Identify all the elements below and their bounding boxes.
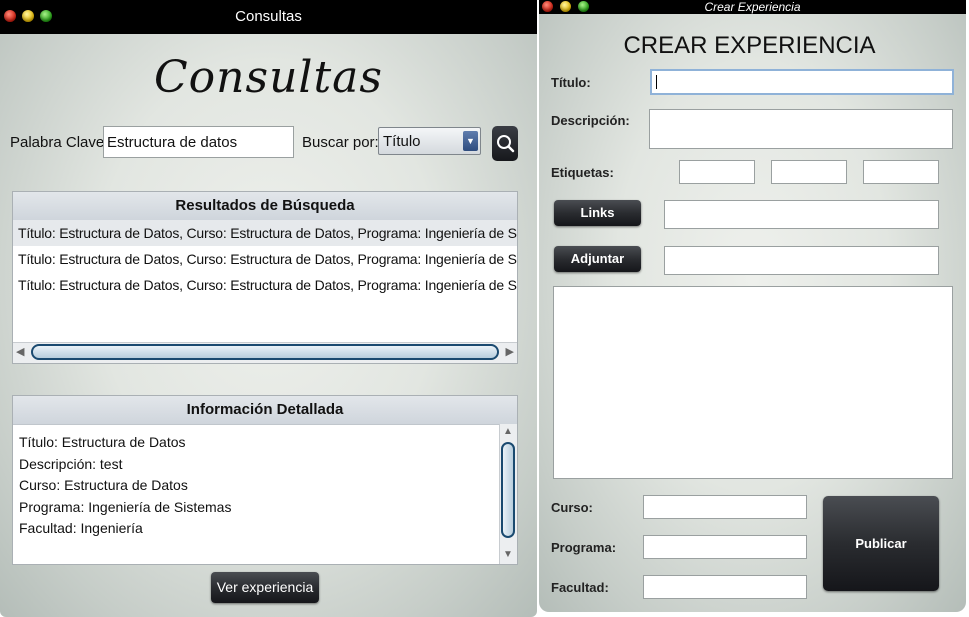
search-button[interactable] (492, 126, 518, 161)
adjuntar-input[interactable] (664, 246, 939, 275)
results-panel: Resultados de Búsqueda Título: Estructur… (12, 191, 518, 364)
facultad-input[interactable] (643, 575, 807, 599)
crear-heading: CREAR EXPERIENCIA (623, 32, 876, 59)
links-button[interactable]: Links (554, 200, 641, 226)
etiqueta-input-2[interactable] (771, 160, 847, 184)
search-by-selected: Título (383, 133, 421, 150)
facultad-label: Facultad: (551, 580, 609, 595)
results-header: Resultados de Búsqueda (13, 192, 517, 221)
titulo-label: Título: (551, 75, 591, 90)
results-scroll-thumb[interactable] (31, 344, 499, 360)
search-by-select[interactable]: Título ▼ (378, 127, 481, 155)
results-horizontal-scrollbar[interactable]: ◀ ▶ (13, 342, 517, 363)
programa-input[interactable] (643, 535, 807, 559)
content-area[interactable] (553, 286, 953, 479)
consultas-heading: Consultas (154, 52, 383, 103)
crear-titlebar: Crear Experiencia (539, 0, 966, 14)
descripcion-label: Descripción: (551, 113, 630, 128)
keyword-label: Palabra Clave: (10, 134, 109, 151)
consultas-window: Consultas Consultas Palabra Clave: Estru… (0, 0, 537, 617)
programa-label: Programa: (551, 540, 617, 555)
detail-line: Programa: Ingeniería de Sistemas (19, 498, 232, 515)
keyword-input-value: Estructura de datos (107, 134, 238, 151)
links-input[interactable] (664, 200, 939, 229)
search-by-label: Buscar por: (302, 134, 379, 151)
crear-window-title: Crear Experiencia (704, 0, 801, 14)
adjuntar-button[interactable]: Adjuntar (554, 246, 641, 272)
curso-input[interactable] (643, 495, 807, 519)
dropdown-arrow-icon: ▼ (463, 131, 478, 151)
consultas-titlebar: Consultas (0, 0, 537, 34)
detail-line: Facultad: Ingeniería (19, 520, 143, 536)
ver-experiencia-button[interactable]: Ver experiencia (211, 572, 319, 603)
etiqueta-input-3[interactable] (863, 160, 939, 184)
scroll-left-icon[interactable]: ◀ (16, 345, 24, 358)
detail-line: Título: Estructura de Datos (19, 434, 186, 450)
detail-line: Descripción: test (19, 455, 123, 472)
etiqueta-input-1[interactable] (679, 160, 755, 184)
search-icon (497, 135, 515, 153)
details-text: Título: Estructura de Datos Descripción:… (19, 432, 231, 540)
scroll-up-icon[interactable]: ▲ (503, 426, 513, 437)
curso-label: Curso: (551, 500, 593, 515)
scroll-right-icon[interactable]: ▶ (506, 345, 514, 358)
result-row[interactable]: Título: Estructura de Datos, Curso: Estr… (13, 246, 517, 272)
details-header: Información Detallada (13, 396, 517, 425)
etiquetas-label: Etiquetas: (551, 165, 614, 180)
crear-experiencia-window: Crear Experiencia CREAR EXPERIENCIA Títu… (539, 0, 966, 612)
descripcion-input[interactable] (649, 109, 953, 149)
result-row[interactable]: Título: Estructura de Datos, Curso: Estr… (13, 220, 517, 246)
details-panel: Información Detallada Título: Estructura… (12, 395, 518, 565)
detail-line: Curso: Estructura de Datos (19, 477, 188, 493)
consultas-window-title: Consultas (235, 8, 302, 25)
titulo-input[interactable] (650, 69, 954, 95)
text-cursor (656, 75, 657, 89)
scroll-down-icon[interactable]: ▼ (503, 549, 513, 560)
details-vertical-scrollbar[interactable]: ▲ ▼ (499, 424, 517, 564)
keyword-input[interactable]: Estructura de datos (103, 126, 294, 158)
details-scroll-thumb[interactable] (501, 442, 515, 538)
result-row[interactable]: Título: Estructura de Datos, Curso: Estr… (13, 272, 517, 298)
publicar-button[interactable]: Publicar (823, 496, 939, 591)
